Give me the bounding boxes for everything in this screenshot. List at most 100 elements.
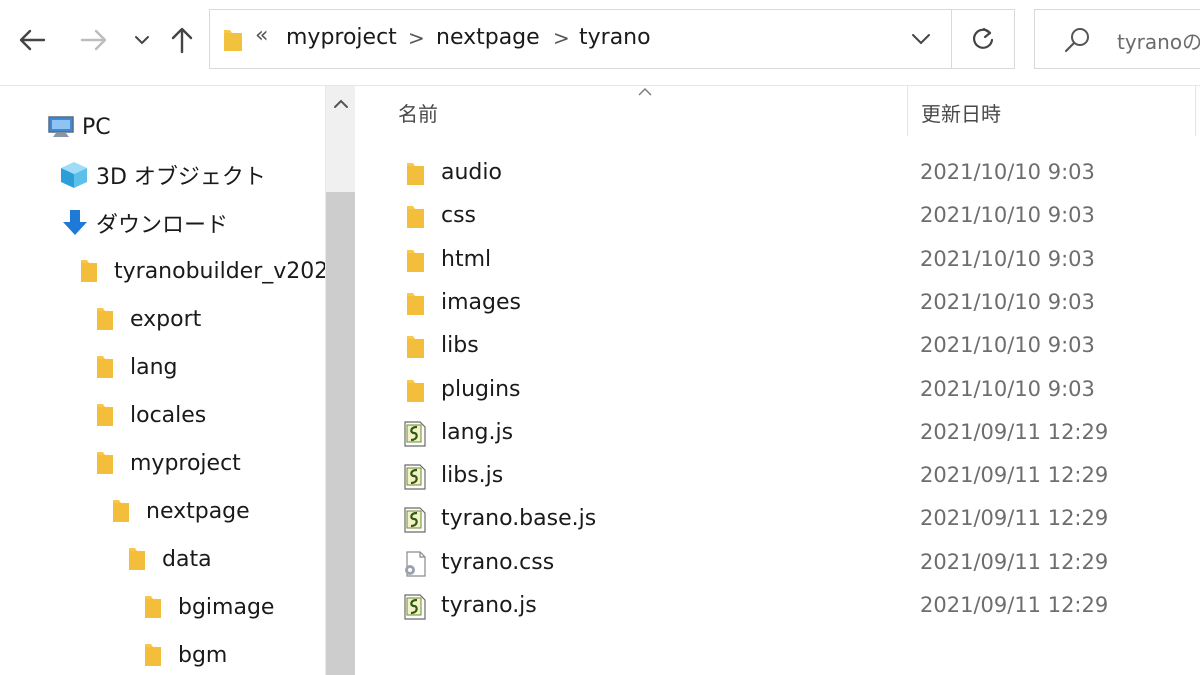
- folder-icon: [145, 596, 161, 618]
- column-header-name[interactable]: 名前: [398, 98, 438, 127]
- file-name: audio: [441, 160, 502, 185]
- folder-icon: [145, 644, 161, 666]
- scroll-thumb[interactable]: [326, 192, 355, 675]
- 3d-objects-icon: [61, 162, 87, 188]
- file-icon-wrap: [402, 463, 428, 491]
- pc-icon: [48, 116, 74, 137]
- js-file-icon: [404, 464, 426, 490]
- folder-icon: [407, 206, 424, 229]
- file-name: tyrano.base.js: [441, 506, 597, 532]
- breadcrumb-separator[interactable]: >: [553, 26, 570, 50]
- folder-icon: [407, 336, 424, 359]
- file-icon-wrap: [402, 247, 428, 275]
- nav-item-label: lang: [130, 354, 178, 380]
- file-row[interactable]: html 2021/10/10 9:03: [394, 241, 1164, 281]
- nav-item-label: 3D オブジェクト: [96, 165, 266, 190]
- up-button[interactable]: [164, 22, 200, 58]
- file-name: tyrano.css: [441, 549, 555, 575]
- file-row[interactable]: images 2021/10/10 9:03: [394, 284, 1164, 324]
- nav-item-tyranobuilder[interactable]: tyranobuilder_v202_: [78, 249, 326, 293]
- folder-icon: [81, 260, 97, 282]
- breadcrumb-tyrano[interactable]: tyrano: [579, 25, 651, 50]
- file-modified-date: 2021/10/10 9:03: [920, 376, 1095, 401]
- folder-icon: [97, 404, 113, 426]
- nav-item-label: PC: [82, 114, 111, 140]
- column-divider[interactable]: [907, 86, 908, 136]
- folder-icon: [129, 548, 145, 570]
- file-name: images: [441, 289, 521, 315]
- nav-item-label: ダウンロード: [96, 213, 229, 238]
- file-row[interactable]: tyrano.css 2021/09/11 12:29: [394, 544, 1164, 584]
- nav-item-bgimage[interactable]: bgimage: [142, 585, 274, 629]
- nav-item-bgm[interactable]: bgm: [142, 633, 227, 675]
- refresh-icon: [972, 27, 994, 49]
- file-icon-wrap: [402, 377, 428, 405]
- nav-item-label: locales: [130, 402, 207, 428]
- nav-item-locales[interactable]: locales: [94, 393, 206, 437]
- file-row[interactable]: tyrano.js 2021/09/11 12:29: [394, 587, 1164, 627]
- file-row[interactable]: audio 2021/10/10 9:03: [394, 154, 1164, 194]
- forward-button[interactable]: [76, 22, 112, 58]
- download-icon: [63, 210, 87, 235]
- js-file-icon: [404, 421, 426, 447]
- nav-item-myproject[interactable]: myproject: [94, 441, 241, 485]
- file-row[interactable]: plugins 2021/10/10 9:03: [394, 371, 1164, 411]
- css-file-icon: [405, 551, 426, 577]
- file-icon-wrap: [402, 420, 428, 448]
- nav-item-lang[interactable]: lang: [94, 345, 178, 389]
- nav-item-label: bgm: [178, 642, 228, 668]
- breadcrumb-nextpage[interactable]: nextpage: [436, 25, 540, 50]
- chevron-up-icon: [334, 99, 348, 108]
- search-icon: [1064, 28, 1089, 53]
- column-divider[interactable]: [1195, 86, 1196, 136]
- file-name: html: [441, 246, 492, 272]
- file-modified-date: 2021/10/10 9:03: [920, 203, 1095, 228]
- nav-item-label: nextpage: [146, 498, 250, 524]
- back-button[interactable]: [14, 22, 50, 58]
- file-modified-date: 2021/10/10 9:03: [920, 289, 1095, 314]
- folder-icon: [97, 452, 113, 474]
- navigation-scrollbar[interactable]: [325, 86, 355, 675]
- file-modified-date: 2021/09/11 12:29: [920, 463, 1109, 488]
- breadcrumb-myproject[interactable]: myproject: [286, 25, 397, 50]
- file-row[interactable]: tyrano.base.js 2021/09/11 12:29: [394, 500, 1164, 540]
- file-list: 名前 更新日時 audio 2021/10/10 9:03 css 2021/10/1…: [356, 86, 1200, 675]
- recent-locations-button[interactable]: [124, 22, 160, 58]
- folder-icon: [407, 249, 424, 272]
- arrow-left-icon: [19, 29, 46, 51]
- nav-item-data[interactable]: data: [126, 537, 212, 581]
- nav-item-export[interactable]: export: [94, 297, 201, 341]
- scroll-up-button[interactable]: [326, 86, 356, 122]
- address-history-dropdown[interactable]: [910, 28, 932, 54]
- address-bar[interactable]: « myproject > nextpage > tyrano: [209, 9, 951, 69]
- folder-icon: [97, 308, 113, 330]
- file-row[interactable]: libs 2021/10/10 9:03: [394, 327, 1164, 367]
- file-icon-wrap: [402, 290, 428, 318]
- folder-icon: [113, 500, 129, 522]
- file-row[interactable]: libs.js 2021/09/11 12:29: [394, 457, 1164, 497]
- file-icon-wrap: [402, 593, 428, 621]
- arrow-right-icon: [80, 29, 107, 51]
- file-row[interactable]: css 2021/10/10 9:03: [394, 197, 1164, 237]
- refresh-button[interactable]: [951, 9, 1015, 69]
- breadcrumb-separator[interactable]: >: [408, 26, 425, 50]
- file-modified-date: 2021/09/11 12:29: [920, 593, 1109, 617]
- nav-item-label: tyranobuilder_v202_: [114, 258, 326, 284]
- toolbar: « myproject > nextpage > tyrano tyranoの: [0, 0, 1200, 86]
- file-row[interactable]: lang.js 2021/09/11 12:29: [394, 414, 1164, 454]
- folder-icon: [407, 379, 424, 402]
- nav-item-downloads[interactable]: ダウンロード: [60, 201, 228, 245]
- folder-icon: [97, 356, 113, 378]
- nav-item-label: export: [130, 306, 202, 332]
- column-header-modified[interactable]: 更新日時: [921, 98, 1001, 127]
- search-box[interactable]: tyranoの: [1034, 9, 1200, 69]
- nav-item-nextpage[interactable]: nextpage: [110, 489, 250, 533]
- nav-item-3d-objects[interactable]: 3D オブジェクト: [58, 153, 266, 197]
- address-overflow-marker[interactable]: «: [255, 23, 268, 48]
- file-name: tyrano.js: [441, 593, 537, 618]
- file-name: lang.js: [441, 419, 514, 445]
- file-name: libs: [441, 333, 479, 359]
- nav-item-label: data: [162, 546, 212, 572]
- nav-item-pc[interactable]: PC: [46, 105, 111, 149]
- arrow-up-icon: [171, 27, 193, 54]
